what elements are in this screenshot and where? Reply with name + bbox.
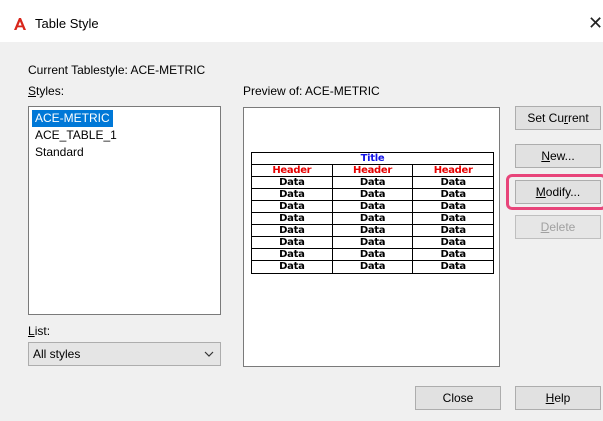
list-item-ace-metric[interactable]: ACE-METRIC [32, 110, 113, 127]
data-cell: Data [440, 213, 466, 224]
data-cell: Data [252, 177, 333, 188]
list-filter-dropdown[interactable]: All styles [28, 342, 221, 366]
title-bar: Table Style ✕ [0, 0, 603, 42]
data-cell: Data [252, 261, 333, 273]
preview-data-row: Data Data Data [252, 177, 493, 189]
styles-label: Styles: [28, 84, 65, 98]
help-button[interactable]: Help [515, 386, 601, 410]
data-cell: Data [333, 213, 414, 224]
data-cell: Data [440, 261, 466, 272]
preview-data-row: Data Data Data [252, 249, 493, 261]
header-cell: Header [333, 165, 414, 176]
data-cell: Data [252, 213, 333, 224]
list-label: List: [28, 324, 51, 338]
preview-table: Title Header Header Header Data Data Data Data D… [251, 152, 494, 274]
styles-listbox[interactable]: ACE-METRIC ACE_TABLE_1 Standard [28, 106, 221, 315]
title-cell: Title [360, 153, 385, 164]
list-item-ace-table-1[interactable]: ACE_TABLE_1 [32, 127, 120, 144]
modify-button[interactable]: Modify... [515, 180, 601, 204]
data-cell: Data [333, 237, 414, 248]
preview-label: Preview of: ACE-METRIC [243, 84, 380, 98]
data-cell: Data [333, 249, 414, 260]
preview-title-row: Title [252, 153, 493, 165]
preview-data-row: Data Data Data [252, 189, 493, 201]
data-cell: Data [440, 177, 466, 188]
data-cell: Data [252, 249, 333, 260]
chevron-down-icon [204, 351, 214, 357]
data-cell: Data [252, 225, 333, 236]
window-title: Table Style [35, 16, 99, 31]
table-style-dialog: Table Style ✕ Current Tablestyle: ACE-ME… [0, 0, 603, 421]
preview-data-row: Data Data Data [252, 225, 493, 237]
data-cell: Data [440, 249, 466, 260]
data-cell: Data [333, 261, 414, 273]
list-filter-value: All styles [33, 347, 81, 361]
preview-data-row: Data Data Data [252, 213, 493, 225]
preview-data-row: Data Data Data [252, 261, 493, 273]
data-cell: Data [333, 225, 414, 236]
current-tablestyle-label: Current Tablestyle: ACE-METRIC [28, 63, 206, 77]
data-cell: Data [333, 177, 414, 188]
set-current-button[interactable]: Set Current [515, 106, 601, 130]
data-cell: Data [440, 189, 466, 200]
data-cell: Data [440, 237, 466, 248]
list-item-standard[interactable]: Standard [32, 144, 87, 161]
preview-data-row: Data Data Data [252, 237, 493, 249]
data-cell: Data [333, 201, 414, 212]
data-cell: Data [440, 225, 466, 236]
preview-panel: Title Header Header Header Data Data Data Data D… [243, 107, 500, 367]
close-button[interactable]: Close [415, 386, 501, 410]
close-window-icon[interactable]: ✕ [588, 11, 603, 35]
data-cell: Data [252, 237, 333, 248]
data-cell: Data [333, 189, 414, 200]
data-cell: Data [252, 201, 333, 212]
delete-button[interactable]: Delete [515, 215, 601, 239]
data-cell: Data [252, 189, 333, 200]
data-cell: Data [440, 201, 466, 212]
header-cell: Header [252, 165, 333, 176]
header-cell: Header [433, 165, 473, 176]
preview-header-row: Header Header Header [252, 165, 493, 177]
new-button[interactable]: New... [515, 144, 601, 168]
preview-data-row: Data Data Data [252, 201, 493, 213]
autocad-logo-icon [14, 18, 26, 30]
